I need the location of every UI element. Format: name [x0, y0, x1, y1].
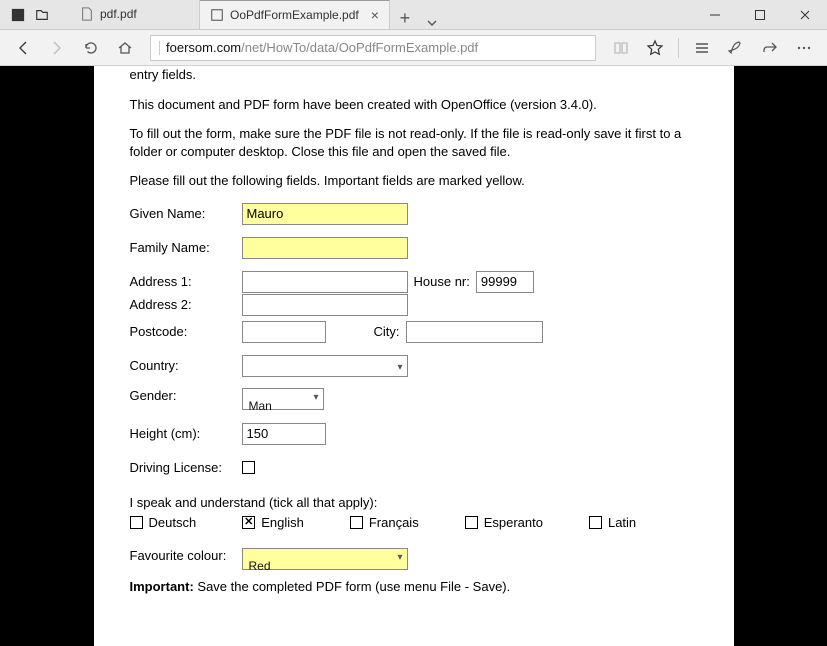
- label-address2: Address 2:: [130, 297, 242, 312]
- url-host: foersom.com: [166, 40, 241, 55]
- window-controls: [692, 0, 827, 29]
- paragraph: To fill out the form, make sure the PDF …: [130, 125, 698, 160]
- family-name-input[interactable]: [242, 237, 408, 259]
- share-icon[interactable]: [755, 33, 785, 63]
- more-icon[interactable]: [789, 33, 819, 63]
- city-input[interactable]: [406, 321, 543, 343]
- favcolor-select[interactable]: Red ▾: [242, 548, 408, 570]
- driving-license-checkbox[interactable]: [242, 461, 255, 474]
- tab-form-active[interactable]: OoPdfFormExample.pdf ×: [200, 0, 390, 29]
- reading-view-icon[interactable]: [606, 33, 636, 63]
- languages-question: I speak and understand (tick all that ap…: [130, 494, 698, 512]
- country-select[interactable]: ▾: [242, 355, 408, 377]
- lang-latin-label: Latin: [608, 515, 636, 530]
- chevron-down-icon: ▾: [397, 552, 404, 566]
- chevron-down-icon: ▾: [313, 392, 320, 406]
- close-tab-icon[interactable]: ×: [371, 7, 379, 23]
- paragraph: This document and PDF form have been cre…: [130, 96, 698, 114]
- page-icon: [210, 8, 224, 22]
- address1-input[interactable]: [242, 271, 408, 293]
- tabs-icon[interactable]: [34, 7, 50, 23]
- pdf-file-icon: [80, 7, 94, 21]
- label-house-nr: House nr:: [408, 274, 476, 289]
- new-tab-button[interactable]: +: [390, 8, 420, 29]
- chevron-down-icon: ▾: [397, 362, 404, 376]
- important-label: Important:: [130, 579, 194, 594]
- minimize-button[interactable]: [692, 0, 737, 29]
- address-bar[interactable]: foersom.com/net/HowTo/data/OoPdfFormExam…: [150, 35, 596, 61]
- lang-latin-checkbox[interactable]: [589, 516, 602, 529]
- gender-select-value: Man: [245, 399, 272, 412]
- label-height: Height (cm):: [130, 426, 242, 441]
- lang-english-label: English: [261, 515, 304, 530]
- tab-label: OoPdfFormExample.pdf: [230, 8, 359, 22]
- house-nr-input[interactable]: [476, 271, 534, 293]
- important-note: Important: Save the completed PDF form (…: [130, 578, 698, 596]
- toolbar-divider: [678, 38, 679, 58]
- label-gender: Gender:: [130, 388, 242, 403]
- tab-dropdown-icon[interactable]: [420, 17, 444, 29]
- url-path: /net/HowTo/data/OoPdfFormExample.pdf: [241, 40, 478, 55]
- address-separator: [159, 41, 160, 55]
- notes-icon[interactable]: [721, 33, 751, 63]
- forward-button[interactable]: [42, 33, 72, 63]
- label-address1: Address 1:: [130, 274, 242, 289]
- gender-select[interactable]: Man ▾: [242, 388, 324, 410]
- label-country: Country:: [130, 358, 242, 373]
- lang-francais-checkbox[interactable]: [350, 516, 363, 529]
- label-family-name: Family Name:: [130, 240, 242, 255]
- label-postcode: Postcode:: [130, 324, 242, 339]
- favcolor-select-value: Red: [245, 559, 271, 572]
- label-city: City:: [326, 324, 406, 339]
- label-favcolor: Favourite colour:: [130, 548, 242, 563]
- home-button[interactable]: [110, 33, 140, 63]
- lang-deutsch-label: Deutsch: [149, 515, 197, 530]
- paragraph: Please fill out the following fields. Im…: [130, 172, 698, 190]
- hub-icon[interactable]: [687, 33, 717, 63]
- back-button[interactable]: [8, 33, 38, 63]
- language-options: Deutsch ✕ English Français Esperanto Lat…: [130, 515, 698, 530]
- tab-strip: pdf.pdf OoPdfFormExample.pdf × +: [60, 0, 692, 29]
- lang-english-checkbox[interactable]: ✕: [242, 516, 255, 529]
- address2-input[interactable]: [242, 294, 408, 316]
- maximize-button[interactable]: [737, 0, 782, 29]
- height-input[interactable]: [242, 423, 326, 445]
- lang-esperanto-label: Esperanto: [484, 515, 543, 530]
- lang-deutsch-checkbox[interactable]: [130, 516, 143, 529]
- close-window-button[interactable]: [782, 0, 827, 29]
- lang-esperanto-checkbox[interactable]: [465, 516, 478, 529]
- lang-francais-label: Français: [369, 515, 419, 530]
- label-driving: Driving License:: [130, 460, 242, 475]
- pdf-viewer[interactable]: entry fields. This document and PDF form…: [0, 66, 827, 646]
- pdf-page: entry fields. This document and PDF form…: [94, 66, 734, 646]
- important-text: Save the completed PDF form (use menu Fi…: [194, 579, 510, 594]
- app-icon: [10, 7, 26, 23]
- toolbar: foersom.com/net/HowTo/data/OoPdfFormExam…: [0, 30, 827, 66]
- given-name-input[interactable]: [242, 203, 408, 225]
- label-given-name: Given Name:: [130, 206, 242, 221]
- paragraph-truncated: entry fields.: [130, 66, 698, 84]
- tab-label: pdf.pdf: [100, 7, 137, 21]
- refresh-button[interactable]: [76, 33, 106, 63]
- favorite-star-icon[interactable]: [640, 33, 670, 63]
- tab-pdf[interactable]: pdf.pdf: [70, 0, 200, 29]
- postcode-input[interactable]: [242, 321, 326, 343]
- titlebar: pdf.pdf OoPdfFormExample.pdf × +: [0, 0, 827, 30]
